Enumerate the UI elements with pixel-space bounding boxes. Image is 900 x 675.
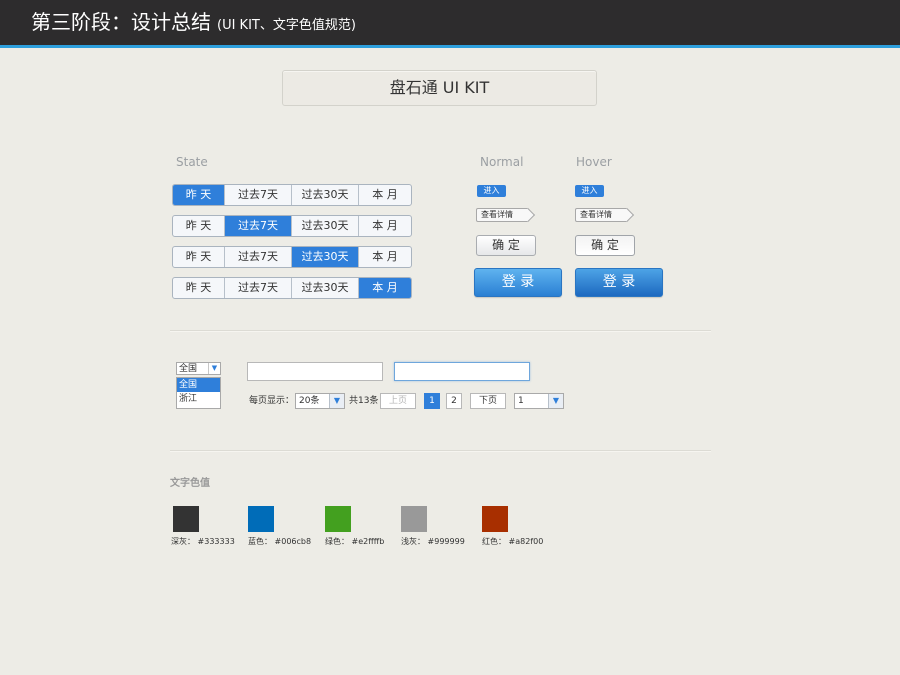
tab-yesterday[interactable]: 昨 天: [173, 216, 225, 236]
confirm-button-hover[interactable]: 确 定: [575, 235, 635, 256]
color-swatch: [482, 506, 508, 532]
tab-this-month[interactable]: 本 月: [359, 216, 411, 236]
color-name: 红色：: [482, 537, 506, 546]
color-swatch: [401, 506, 427, 532]
region-select[interactable]: 全国 ▼: [176, 362, 221, 375]
color-name: 浅灰：: [401, 537, 425, 546]
tab-yesterday[interactable]: 昨 天: [173, 278, 225, 298]
tab-7-days[interactable]: 过去7天: [225, 278, 292, 298]
total-count: 共13条: [349, 396, 379, 406]
tab-7-days[interactable]: 过去7天: [225, 216, 292, 236]
color-name: 蓝色：: [248, 537, 272, 546]
date-range-tabs: 昨 天 过去7天 过去30天 本 月: [172, 277, 412, 299]
enter-button-hover[interactable]: 进入: [575, 185, 604, 197]
tab-30-days[interactable]: 过去30天: [292, 216, 359, 236]
tab-7-days[interactable]: 过去7天: [225, 247, 292, 267]
region-options-list: 全国 浙江: [176, 377, 221, 409]
date-range-tabs: 昨 天 过去7天 过去30天 本 月: [172, 246, 412, 268]
color-label: 红色： #a82f00: [482, 536, 543, 547]
color-value: #006cb8: [274, 537, 312, 546]
page-button-2[interactable]: 2: [446, 393, 462, 409]
tab-this-month[interactable]: 本 月: [359, 185, 411, 205]
color-swatch: [173, 506, 199, 532]
color-swatch: [325, 506, 351, 532]
per-page-label: 每页显示：: [249, 396, 295, 406]
chevron-down-icon: ▼: [208, 363, 220, 374]
tab-yesterday[interactable]: 昨 天: [173, 247, 225, 267]
per-page-select[interactable]: 20条 ▼: [295, 393, 345, 409]
color-label: 浅灰： #999999: [401, 536, 465, 547]
page-subtitle: (UI KIT、文字色值规范): [217, 18, 356, 33]
tab-30-days[interactable]: 过去30天: [292, 278, 359, 298]
region-select-value: 全国: [179, 364, 198, 374]
page-title: 第三阶段：设计总结 (UI KIT、文字色值规范): [31, 9, 356, 39]
color-name: 深灰：: [171, 537, 195, 546]
tab-7-days[interactable]: 过去7天: [225, 185, 292, 205]
view-detail-button-hover[interactable]: 查看详情: [575, 208, 627, 222]
section-divider: [170, 450, 711, 452]
color-value: #333333: [197, 537, 235, 546]
next-page-button[interactable]: 下页: [470, 393, 506, 409]
chevron-down-icon: ▼: [548, 394, 563, 408]
text-colors-title: 文字色值: [170, 478, 210, 489]
header-bar: 第三阶段：设计总结 (UI KIT、文字色值规范): [0, 0, 900, 48]
text-input[interactable]: [247, 362, 383, 381]
enter-button[interactable]: 进入: [477, 185, 506, 197]
login-button-hover[interactable]: 登 录: [575, 268, 663, 297]
kit-title: 盘石通 UI KIT: [282, 70, 597, 106]
color-swatch: [248, 506, 274, 532]
page-button-1[interactable]: 1: [424, 393, 440, 409]
region-option[interactable]: 全国: [177, 378, 220, 392]
normal-label: Normal: [480, 155, 524, 169]
color-value: #a82f00: [508, 537, 544, 546]
color-value: #999999: [427, 537, 465, 546]
login-button[interactable]: 登 录: [474, 268, 562, 297]
confirm-button[interactable]: 确 定: [476, 235, 536, 256]
date-range-tabs: 昨 天 过去7天 过去30天 本 月: [172, 215, 412, 237]
color-label: 深灰： #333333: [171, 536, 235, 547]
date-range-tabs: 昨 天 过去7天 过去30天 本 月: [172, 184, 412, 206]
color-label: 绿色： #e2ffffb: [325, 536, 384, 547]
chevron-down-icon: ▼: [329, 394, 344, 408]
tab-this-month[interactable]: 本 月: [359, 278, 411, 298]
tab-30-days[interactable]: 过去30天: [292, 185, 359, 205]
view-detail-button[interactable]: 查看详情: [476, 208, 528, 222]
tab-this-month[interactable]: 本 月: [359, 247, 411, 267]
prev-page-button[interactable]: 上页: [380, 393, 416, 409]
color-name: 绿色：: [325, 537, 349, 546]
text-input-focused[interactable]: [394, 362, 530, 381]
state-label: State: [176, 155, 208, 169]
region-option[interactable]: 浙江: [177, 392, 220, 406]
hover-label: Hover: [576, 155, 612, 169]
color-label: 蓝色： #006cb8: [248, 536, 311, 547]
page-title-text: 第三阶段：设计总结: [31, 10, 211, 34]
tab-30-days[interactable]: 过去30天: [292, 247, 359, 267]
section-divider: [170, 330, 711, 332]
per-page-value: 20条: [299, 396, 320, 406]
tab-yesterday[interactable]: 昨 天: [173, 185, 225, 205]
jump-page-select[interactable]: 1 ▼: [514, 393, 564, 409]
jump-page-value: 1: [518, 396, 524, 406]
color-value: #e2ffffb: [351, 537, 385, 546]
